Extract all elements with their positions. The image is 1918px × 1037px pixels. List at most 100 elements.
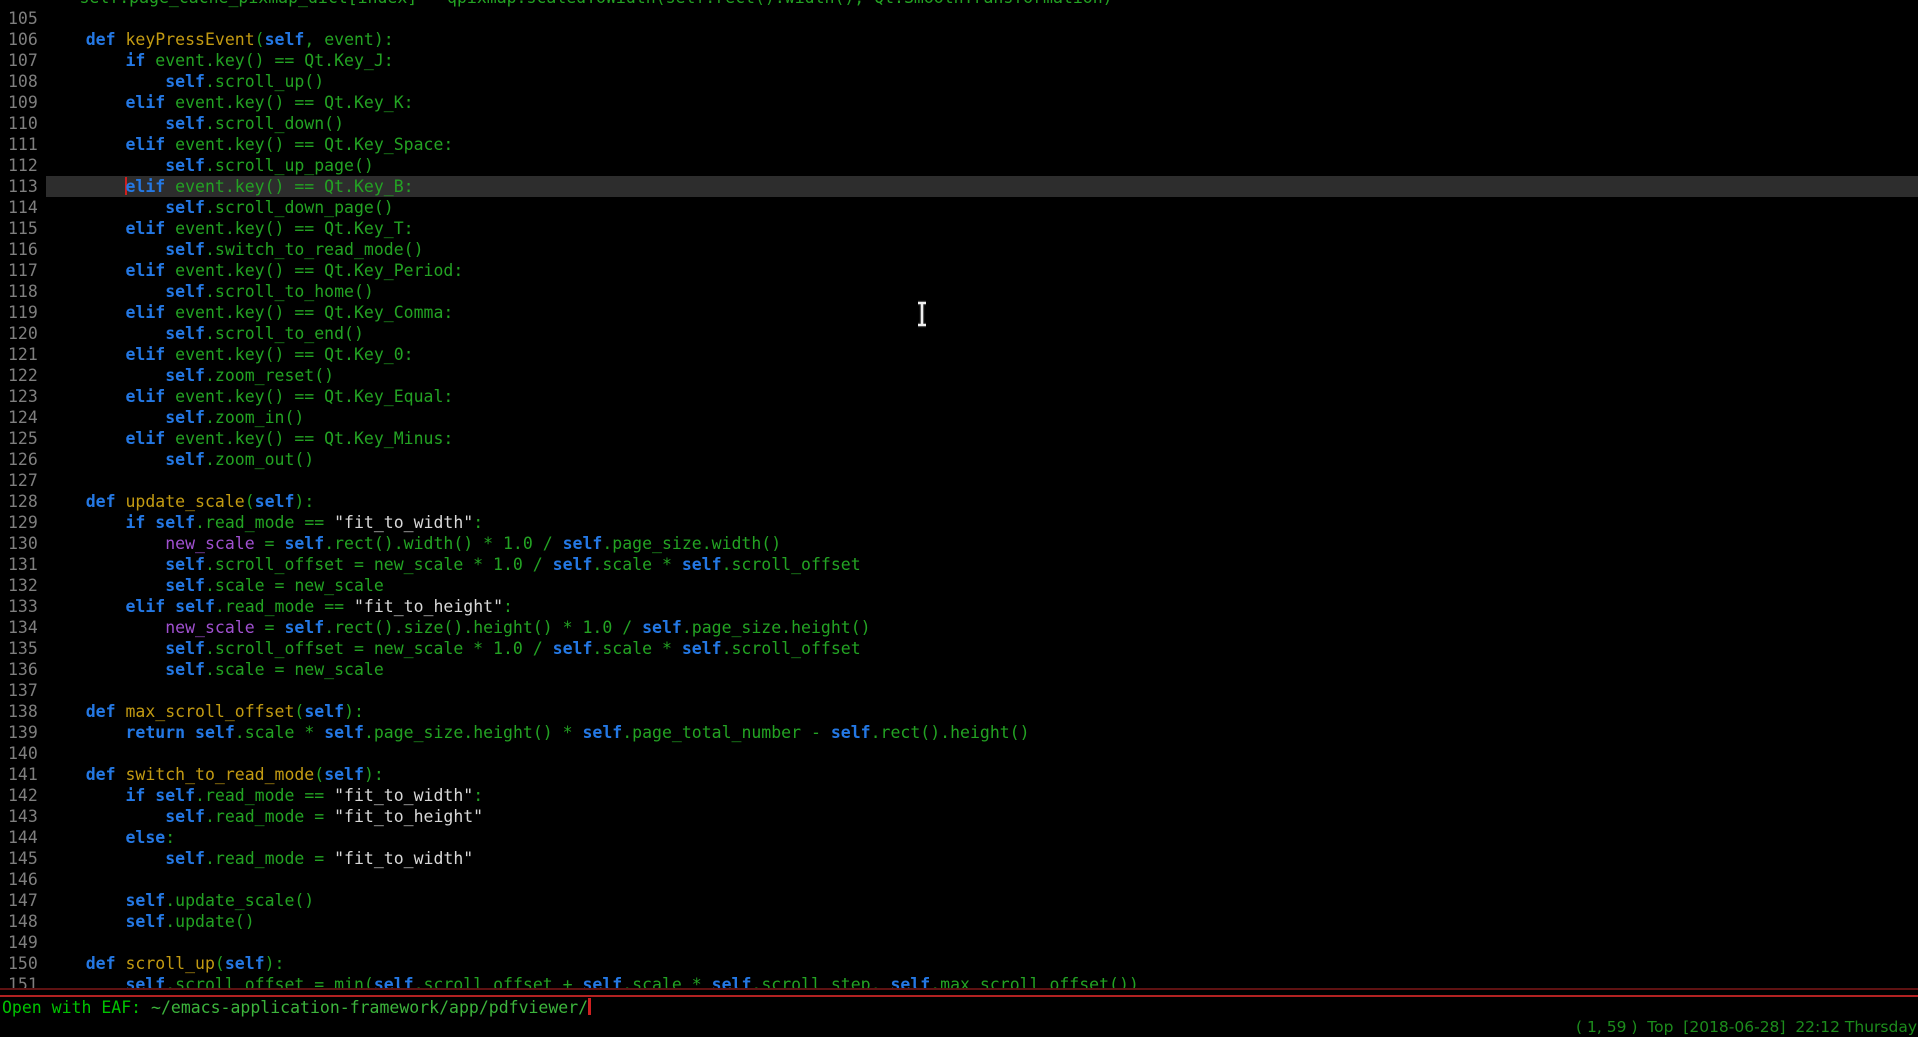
code-line-text: self.switch_to_read_mode() <box>46 239 1918 260</box>
code-line[interactable]: 140 <box>0 743 1918 764</box>
code-line[interactable]: 119 elif event.key() == Qt.Key_Comma: <box>0 302 1918 323</box>
line-number: 132 <box>0 575 46 596</box>
code-line[interactable]: 147 self.update_scale() <box>0 890 1918 911</box>
line-number: 120 <box>0 323 46 344</box>
code-line[interactable]: 127 <box>0 470 1918 491</box>
code-line[interactable]: 115 elif event.key() == Qt.Key_T: <box>0 218 1918 239</box>
code-line-text: elif self.read_mode == "fit_to_height": <box>46 596 1918 617</box>
code-line[interactable]: 110 self.scroll_down() <box>0 113 1918 134</box>
line-number: 115 <box>0 218 46 239</box>
code-line[interactable]: 108 self.scroll_up() <box>0 71 1918 92</box>
code-line-text: self.scroll_offset = new_scale * 1.0 / s… <box>46 638 1918 659</box>
minibuffer-prompt: Open with EAF: <box>2 998 151 1017</box>
code-line[interactable]: 143 self.read_mode = "fit_to_height" <box>0 806 1918 827</box>
code-line-text: elif event.key() == Qt.Key_Minus: <box>46 428 1918 449</box>
line-number: 148 <box>0 911 46 932</box>
line-number: 126 <box>0 449 46 470</box>
code-line[interactable]: 105 <box>0 8 1918 29</box>
code-line[interactable]: 120 self.scroll_to_end() <box>0 323 1918 344</box>
code-line[interactable]: 146 <box>0 869 1918 890</box>
code-line-text: return self.scale * self.page_size.heigh… <box>46 722 1918 743</box>
minibuffer-input[interactable]: ~/emacs-application-framework/app/pdfvie… <box>151 998 588 1017</box>
code-line[interactable]: 107 if event.key() == Qt.Key_J: <box>0 50 1918 71</box>
code-line-text: self.zoom_reset() <box>46 365 1918 386</box>
code-line[interactable]: 129 if self.read_mode == "fit_to_width": <box>0 512 1918 533</box>
line-number: 140 <box>0 743 46 764</box>
awesome-tray-status: ( 1, 59 ) Top [2018-06-28] 22:12 Thursda… <box>1576 1017 1917 1037</box>
code-line-text <box>46 743 1918 764</box>
code-lines: 105106 def keyPressEvent(self, event):10… <box>0 8 1918 988</box>
line-number: 137 <box>0 680 46 701</box>
code-line-text: def scroll_up(self): <box>46 953 1918 974</box>
code-line[interactable]: 121 elif event.key() == Qt.Key_0: <box>0 344 1918 365</box>
code-line[interactable]: 134 new_scale = self.rect().size().heigh… <box>0 617 1918 638</box>
line-number: 141 <box>0 764 46 785</box>
code-line[interactable]: 137 <box>0 680 1918 701</box>
code-line[interactable]: 148 self.update() <box>0 911 1918 932</box>
code-line-text: def update_scale(self): <box>46 491 1918 512</box>
code-line[interactable]: 151 self.scroll_offset = min(self.scroll… <box>0 974 1918 988</box>
code-line[interactable]: 135 self.scroll_offset = new_scale * 1.0… <box>0 638 1918 659</box>
code-line-text: self.scale = new_scale <box>46 659 1918 680</box>
code-line[interactable]: 131 self.scroll_offset = new_scale * 1.0… <box>0 554 1918 575</box>
line-number: 129 <box>0 512 46 533</box>
code-line[interactable]: 128 def update_scale(self): <box>0 491 1918 512</box>
code-line[interactable]: 130 new_scale = self.rect().width() * 1.… <box>0 533 1918 554</box>
code-line[interactable]: 123 elif event.key() == Qt.Key_Equal: <box>0 386 1918 407</box>
code-line-current[interactable]: 113 elif event.key() == Qt.Key_B: <box>0 176 1918 197</box>
line-number: 105 <box>0 8 46 29</box>
line-number: 118 <box>0 281 46 302</box>
code-line-text: elif event.key() == Qt.Key_0: <box>46 344 1918 365</box>
code-line[interactable]: 133 elif self.read_mode == "fit_to_heigh… <box>0 596 1918 617</box>
code-line-text: if event.key() == Qt.Key_J: <box>46 50 1918 71</box>
line-number: 117 <box>0 260 46 281</box>
code-line[interactable]: 116 self.switch_to_read_mode() <box>0 239 1918 260</box>
code-line[interactable]: 124 self.zoom_in() <box>0 407 1918 428</box>
code-buffer[interactable]: self.page_cache_pixmap_dict[index] = qpi… <box>0 0 1918 988</box>
code-line-text: self.zoom_in() <box>46 407 1918 428</box>
code-line-text: def keyPressEvent(self, event): <box>46 29 1918 50</box>
code-line[interactable]: 145 self.read_mode = "fit_to_width" <box>0 848 1918 869</box>
code-line[interactable]: 149 <box>0 932 1918 953</box>
code-line-text: self.scroll_up() <box>46 71 1918 92</box>
line-number: 134 <box>0 617 46 638</box>
line-number: 133 <box>0 596 46 617</box>
code-line[interactable]: 111 elif event.key() == Qt.Key_Space: <box>0 134 1918 155</box>
code-line[interactable]: 118 self.scroll_to_home() <box>0 281 1918 302</box>
code-line-text: self.scroll_to_home() <box>46 281 1918 302</box>
code-line[interactable]: 142 if self.read_mode == "fit_to_width": <box>0 785 1918 806</box>
code-line[interactable]: 109 elif event.key() == Qt.Key_K: <box>0 92 1918 113</box>
line-number: 124 <box>0 407 46 428</box>
code-line[interactable]: 132 self.scale = new_scale <box>0 575 1918 596</box>
code-line-text: def max_scroll_offset(self): <box>46 701 1918 722</box>
code-line[interactable]: 136 self.scale = new_scale <box>0 659 1918 680</box>
code-line[interactable]: 106 def keyPressEvent(self, event): <box>0 29 1918 50</box>
code-line[interactable]: 125 elif event.key() == Qt.Key_Minus: <box>0 428 1918 449</box>
code-line[interactable]: 150 def scroll_up(self): <box>0 953 1918 974</box>
code-line[interactable]: 112 self.scroll_up_page() <box>0 155 1918 176</box>
line-number: 127 <box>0 470 46 491</box>
line-number: 142 <box>0 785 46 806</box>
code-line-text: self.read_mode = "fit_to_height" <box>46 806 1918 827</box>
code-line[interactable]: 138 def max_scroll_offset(self): <box>0 701 1918 722</box>
line-number: 150 <box>0 953 46 974</box>
code-line-text <box>46 680 1918 701</box>
clipped-top-line: self.page_cache_pixmap_dict[index] = qpi… <box>0 0 1918 8</box>
line-number: 147 <box>0 890 46 911</box>
code-line-text: def switch_to_read_mode(self): <box>46 764 1918 785</box>
code-line[interactable]: 141 def switch_to_read_mode(self): <box>0 764 1918 785</box>
code-line[interactable]: 122 self.zoom_reset() <box>0 365 1918 386</box>
code-line[interactable]: 117 elif event.key() == Qt.Key_Period: <box>0 260 1918 281</box>
line-number: 143 <box>0 806 46 827</box>
emacs-frame: { "editor": { "partial_top_line": " self… <box>0 0 1918 1037</box>
code-line[interactable]: 139 return self.scale * self.page_size.h… <box>0 722 1918 743</box>
code-line[interactable]: 114 self.scroll_down_page() <box>0 197 1918 218</box>
code-line[interactable]: 144 else: <box>0 827 1918 848</box>
code-line-text: elif event.key() == Qt.Key_Comma: <box>46 302 1918 323</box>
code-line-text: elif event.key() == Qt.Key_K: <box>46 92 1918 113</box>
code-line[interactable]: 126 self.zoom_out() <box>0 449 1918 470</box>
code-line-text: self.update() <box>46 911 1918 932</box>
line-number: 109 <box>0 92 46 113</box>
code-line-text: if self.read_mode == "fit_to_width": <box>46 785 1918 806</box>
minibuffer[interactable]: Open with EAF: ~/emacs-application-frame… <box>2 998 591 1018</box>
